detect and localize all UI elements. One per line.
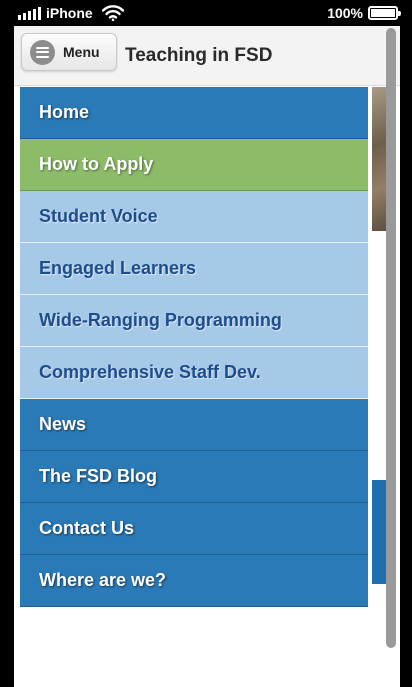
carrier-name: iPhone bbox=[46, 5, 93, 21]
nav-item-label: Wide-Ranging Programming bbox=[39, 310, 282, 330]
browser-viewport: Menu Teaching in FSD Home How to Apply S… bbox=[14, 26, 400, 687]
nav-item-label: News bbox=[39, 414, 87, 434]
nav-item-label: Engaged Learners bbox=[39, 258, 197, 278]
nav-menu: Home How to Apply Student Voice Engaged … bbox=[20, 87, 368, 607]
nav-item-label: The FSD Blog bbox=[39, 466, 157, 486]
nav-item-contact-us[interactable]: Contact Us bbox=[20, 503, 368, 555]
nav-item-news[interactable]: News bbox=[20, 399, 368, 451]
scrollbar-thumb[interactable] bbox=[386, 28, 396, 648]
nav-item-label: How to Apply bbox=[39, 154, 154, 174]
battery-icon bbox=[368, 6, 401, 20]
nav-item-label: Comprehensive Staff Dev. bbox=[39, 362, 261, 382]
status-left: iPhone bbox=[18, 5, 124, 21]
site-title: Teaching in FSD bbox=[125, 45, 273, 66]
hamburger-icon bbox=[30, 39, 55, 65]
nav-item-student-voice[interactable]: Student Voice bbox=[20, 191, 368, 243]
nav-item-comprehensive-staff-dev[interactable]: Comprehensive Staff Dev. bbox=[20, 347, 368, 399]
nav-item-label: Home bbox=[39, 102, 90, 122]
wifi-icon bbox=[101, 5, 124, 21]
nav-item-home[interactable]: Home bbox=[20, 87, 368, 139]
status-bar: iPhone 100% bbox=[0, 0, 412, 26]
nav-item-fsd-blog[interactable]: The FSD Blog bbox=[20, 451, 368, 503]
battery-status: 100% bbox=[327, 5, 401, 21]
battery-percent: 100% bbox=[327, 5, 363, 21]
nav-item-label: Student Voice bbox=[39, 206, 158, 226]
menu-button-label: Menu bbox=[63, 44, 100, 60]
nav-item-how-to-apply[interactable]: How to Apply bbox=[20, 139, 368, 191]
nav-item-engaged-learners[interactable]: Engaged Learners bbox=[20, 243, 368, 295]
nav-item-label: Where are we? bbox=[39, 570, 167, 590]
nav-item-wide-ranging-programming[interactable]: Wide-Ranging Programming bbox=[20, 295, 368, 347]
signal-icon bbox=[18, 6, 41, 20]
site-header: Menu Teaching in FSD bbox=[14, 26, 400, 86]
nav-item-where-are-we[interactable]: Where are we? bbox=[20, 555, 368, 607]
menu-button[interactable]: Menu bbox=[21, 33, 117, 71]
nav-item-label: Contact Us bbox=[39, 518, 135, 538]
